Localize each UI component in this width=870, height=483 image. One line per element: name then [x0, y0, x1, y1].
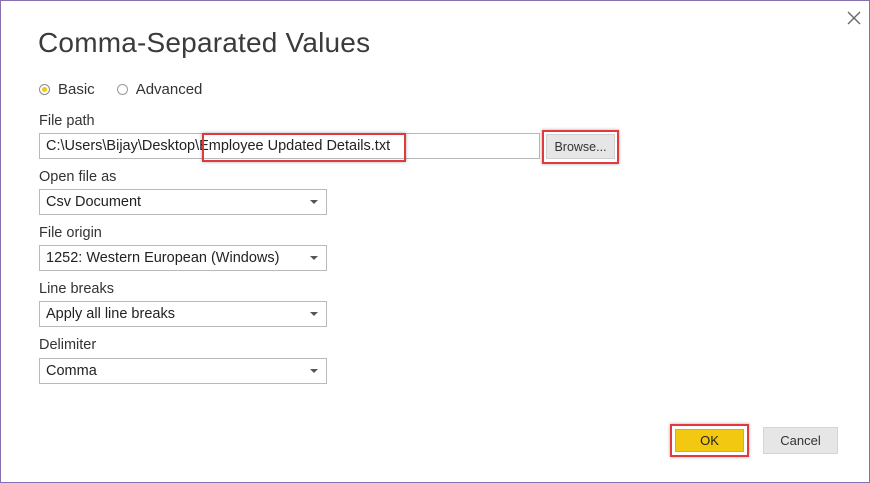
- dialog-title: Comma-Separated Values: [38, 27, 371, 58]
- delimiter-select[interactable]: Comma: [39, 358, 327, 384]
- file-origin-label: File origin: [39, 225, 102, 241]
- ok-highlight: [670, 424, 749, 457]
- browse-highlight: [542, 130, 619, 164]
- radio-advanced-label[interactable]: Advanced: [136, 81, 203, 98]
- chevron-down-icon: [310, 312, 318, 316]
- file-origin-select[interactable]: 1252: Western European (Windows): [39, 245, 327, 271]
- open-file-as-value: Csv Document: [46, 194, 142, 210]
- chevron-down-icon: [310, 200, 318, 204]
- open-file-as-select[interactable]: Csv Document: [39, 189, 327, 215]
- line-breaks-label: Line breaks: [39, 281, 114, 297]
- line-breaks-select[interactable]: Apply all line breaks: [39, 301, 327, 327]
- mode-radio-group: Basic Advanced: [39, 81, 224, 98]
- file-origin-value: 1252: Western European (Windows): [46, 250, 280, 266]
- radio-basic[interactable]: Basic: [39, 81, 95, 98]
- delimiter-value: Comma: [46, 363, 97, 379]
- radio-advanced[interactable]: Advanced: [116, 81, 203, 98]
- close-icon[interactable]: [844, 8, 864, 28]
- radio-basic-indicator[interactable]: [39, 84, 50, 95]
- radio-basic-label[interactable]: Basic: [58, 81, 95, 98]
- line-breaks-value: Apply all line breaks: [46, 306, 175, 322]
- file-name-highlight: [202, 133, 406, 162]
- chevron-down-icon: [310, 369, 318, 373]
- csv-dialog: Comma-Separated Values Basic Advanced Fi…: [0, 0, 870, 483]
- chevron-down-icon: [310, 256, 318, 260]
- close-button[interactable]: [844, 8, 864, 28]
- open-file-as-label: Open file as: [39, 169, 117, 185]
- delimiter-label: Delimiter: [39, 337, 97, 353]
- file-path-label: File path: [39, 113, 95, 129]
- cancel-button[interactable]: Cancel: [763, 427, 838, 454]
- radio-advanced-indicator[interactable]: [116, 84, 128, 95]
